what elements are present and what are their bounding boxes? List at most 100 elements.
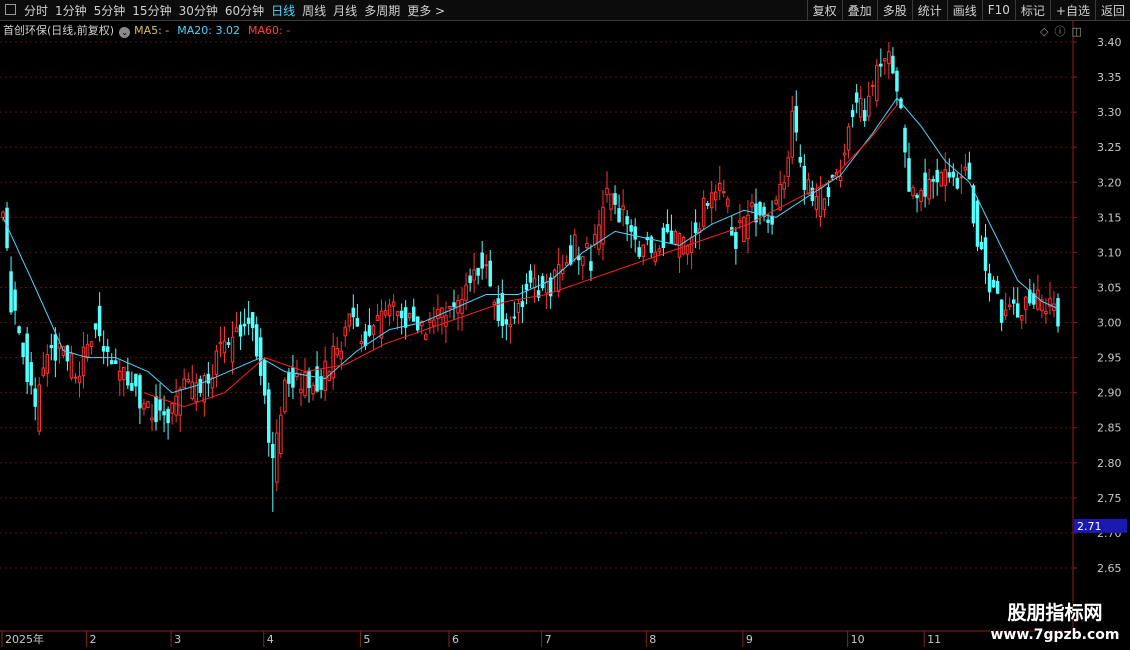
candle	[170, 403, 174, 425]
candle	[879, 48, 883, 77]
candle	[81, 331, 86, 389]
candle	[939, 170, 943, 187]
candle	[822, 198, 827, 218]
candle	[661, 222, 666, 256]
candle	[411, 298, 416, 322]
candle-body	[987, 273, 992, 293]
candle-body	[53, 334, 58, 361]
candle	[718, 166, 722, 201]
candle	[927, 168, 931, 205]
candle-body	[911, 187, 915, 197]
candle	[279, 406, 283, 458]
candle	[947, 158, 952, 183]
candle-body	[343, 326, 348, 337]
candle-body	[134, 373, 138, 387]
candle	[649, 234, 654, 259]
toggle-icon[interactable]: ⌄	[119, 27, 131, 38]
candle-body	[460, 298, 464, 314]
candle-body	[258, 337, 263, 376]
candle-body	[391, 301, 396, 307]
candle-body	[101, 345, 106, 352]
candle-body	[1007, 304, 1012, 308]
candle-body	[685, 245, 690, 255]
candle-body	[1015, 303, 1020, 318]
candle-body	[1003, 309, 1008, 317]
candle-body	[174, 395, 178, 416]
date-label-10: 11	[927, 633, 941, 646]
candle	[464, 272, 468, 310]
candle-body	[609, 193, 613, 210]
candle-body	[432, 319, 436, 327]
candle	[194, 373, 199, 412]
candle	[242, 308, 247, 336]
candle	[291, 354, 295, 399]
candle-body	[89, 341, 94, 348]
candle	[883, 58, 887, 75]
candle	[395, 311, 400, 330]
candle-body	[520, 301, 525, 308]
candle-body	[891, 55, 895, 74]
candle	[798, 144, 803, 168]
candle	[569, 234, 573, 266]
candle-body	[943, 169, 948, 186]
candle	[371, 323, 376, 351]
date-label-5: 6	[452, 633, 459, 646]
date-axis: 2025年 2 3 4 5 6 7 8 9 10 11	[0, 630, 1073, 647]
candle-body	[242, 323, 247, 327]
candle-body	[705, 203, 710, 206]
candle	[524, 273, 529, 305]
candle	[951, 163, 956, 186]
candle-body	[69, 353, 74, 379]
candle-body	[367, 325, 372, 336]
candle	[955, 172, 960, 190]
info-icon[interactable]: ⓘ	[1054, 25, 1065, 38]
date-label-3: 4	[267, 633, 274, 646]
candle-body	[516, 302, 521, 313]
candle-body	[122, 366, 126, 381]
date-label-0: 2025年	[5, 632, 44, 646]
price-tick-label-1: 3.35	[1097, 71, 1122, 84]
price-tick-label-5: 3.15	[1097, 211, 1122, 224]
candle-body	[778, 183, 782, 211]
candle-body	[512, 316, 517, 319]
candle-body	[1011, 299, 1016, 304]
candle-body	[359, 341, 364, 345]
candle-body	[154, 395, 158, 423]
candle	[589, 244, 593, 281]
candle-body	[480, 252, 484, 269]
candle	[440, 306, 444, 335]
expand-icon[interactable]: ◫	[1071, 25, 1081, 38]
diamond-icon[interactable]: ◇	[1040, 25, 1048, 38]
candle	[794, 90, 799, 142]
price-tick-label-15: 2.65	[1097, 562, 1122, 575]
price-tick-label-9: 2.95	[1097, 352, 1122, 365]
candle	[246, 300, 251, 336]
ma60-label: MA60: -	[248, 24, 291, 37]
candle-body	[85, 343, 90, 358]
candle	[871, 80, 875, 97]
candle	[907, 142, 911, 192]
candle	[862, 98, 867, 128]
candle	[778, 170, 782, 212]
candle-body	[351, 307, 356, 318]
candle-body	[798, 156, 803, 163]
candle	[468, 268, 472, 292]
candle	[130, 371, 134, 392]
candle	[1007, 296, 1012, 311]
candle-body	[1024, 296, 1028, 310]
date-label-6: 7	[545, 633, 552, 646]
candle	[234, 312, 239, 333]
candle-body	[331, 345, 335, 379]
date-label-7: 8	[649, 633, 656, 646]
candle	[283, 377, 287, 415]
candle	[629, 219, 633, 249]
candle	[713, 184, 718, 211]
price-tick-label-8: 3.00	[1097, 317, 1122, 330]
kline-chart[interactable]: 3.40 3.35 3.30 3.25 3.20 3.15 3.10 3.05 3.00 2.95…	[0, 0, 1130, 650]
candle	[13, 281, 17, 325]
candle-body	[967, 162, 972, 180]
candle	[774, 195, 778, 206]
candle	[528, 264, 533, 289]
candle	[496, 285, 501, 327]
candle	[158, 383, 162, 421]
